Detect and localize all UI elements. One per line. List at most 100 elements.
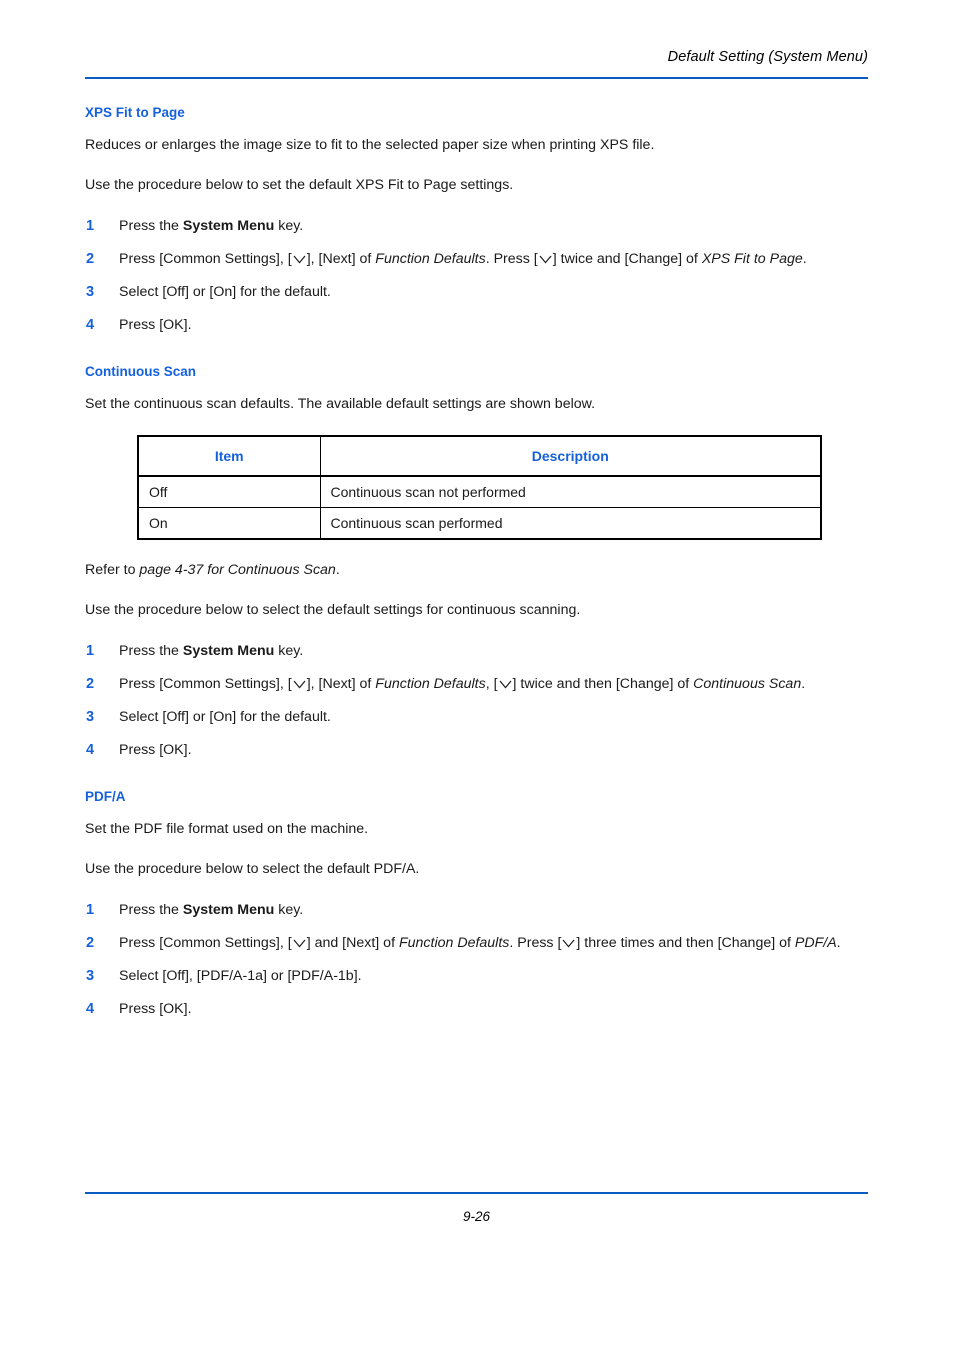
- text-run: , [: [485, 676, 498, 692]
- down-chevron-icon: [499, 680, 512, 689]
- step-text: Press [OK].: [119, 740, 868, 760]
- text-run: Select [Off] or [On] for the default.: [119, 284, 331, 300]
- step-text: Select [Off] or [On] for the default.: [119, 282, 868, 302]
- emphasis-italic: page 4-37 for Continuous Scan: [139, 562, 336, 578]
- text-run: key.: [274, 902, 304, 918]
- step-number: 2: [86, 935, 95, 951]
- procedure-step: 1 Press the System Menu key.: [85, 900, 868, 920]
- step-number: 4: [86, 1001, 95, 1017]
- emphasis-bold: System Menu: [182, 902, 275, 918]
- down-chevron-icon: [293, 255, 306, 264]
- footer-rule: [85, 1192, 868, 1194]
- text-run: .: [801, 676, 806, 692]
- section-heading: PDF/A: [85, 789, 126, 804]
- step-text: Press the System Menu key.: [119, 641, 868, 661]
- table-header-row: Item Description: [138, 436, 821, 477]
- procedure-step: 1 Press the System Menu key.: [85, 216, 868, 236]
- section-heading: XPS Fit to Page: [85, 105, 185, 120]
- emphasis-italic: Continuous Scan: [693, 676, 802, 692]
- text-run: Press the: [119, 643, 183, 659]
- procedure-step: 2 Press [Common Settings], [], [Next] of …: [85, 249, 868, 269]
- step-number: 3: [86, 284, 95, 300]
- settings-table-wrapper: Item Description Off Continuous scan not pe…: [137, 435, 822, 540]
- header-title: Default Setting (System Menu): [667, 49, 868, 65]
- text-run: Press [Common Settings], [: [119, 676, 292, 692]
- step-text: Press [OK].: [119, 999, 868, 1019]
- table-column-header: Item: [138, 436, 321, 477]
- text-run: . Press [: [485, 251, 538, 267]
- procedure-step: 4 Press [OK].: [85, 740, 868, 760]
- procedure-step-list: 1 Press the System Menu key. 2 Press [Commo…: [85, 900, 868, 1019]
- step-number: 4: [86, 317, 95, 333]
- step-text: Press the System Menu key.: [119, 216, 868, 236]
- step-text: Press [Common Settings], [] and [Next] o…: [119, 933, 868, 953]
- procedure-step: 4 Press [OK].: [85, 999, 868, 1019]
- procedure-intro-paragraph: Use the procedure below to select the de…: [85, 861, 420, 877]
- step-number: 2: [86, 251, 95, 267]
- step-number: 1: [86, 902, 95, 918]
- step-text: Select [Off] or [On] for the default.: [119, 707, 868, 727]
- step-text: Press [Common Settings], [], [Next] of F…: [119, 249, 868, 269]
- text-run: Press [OK].: [119, 1001, 192, 1017]
- procedure-intro-paragraph: Use the procedure below to select the de…: [85, 602, 581, 618]
- text-run: Select [Off] or [On] for the default.: [119, 709, 331, 725]
- step-number: 3: [86, 709, 95, 725]
- page-header: Default Setting (System Menu): [85, 48, 868, 66]
- cross-reference-note: Refer to page 4-37 for Continuous Scan.: [85, 561, 868, 580]
- text-run: ], [Next] of: [306, 676, 376, 692]
- table-cell-description: Continuous scan not performed: [330, 484, 526, 500]
- step-text: Press [Common Settings], [ ], [Next] of F…: [119, 674, 868, 694]
- header-rule: [85, 77, 868, 79]
- procedure-intro-paragraph: Use the procedure below to set the defau…: [85, 177, 514, 193]
- procedure-step-list: 1 Press the System Menu key. 2 Press [Commo…: [85, 641, 868, 760]
- text-run: ] twice and [Change] of: [552, 251, 702, 267]
- section-intro-paragraph: Set the PDF file format used on the mach…: [85, 821, 369, 837]
- emphasis-bold: System Menu: [182, 218, 275, 234]
- text-run: Press [Common Settings], [: [119, 935, 292, 951]
- step-text: Press the System Menu key.: [119, 900, 868, 920]
- down-chevron-icon: [562, 939, 575, 948]
- emphasis-italic: Function Defaults: [375, 676, 486, 692]
- procedure-step: 3 Select [Off] or [On] for the default.: [85, 282, 868, 302]
- text-run: Press [Common Settings], [: [119, 251, 292, 267]
- table-row: On Continuous scan performed: [138, 507, 821, 539]
- text-run: key.: [274, 643, 304, 659]
- step-number: 1: [86, 643, 95, 659]
- step-number: 1: [86, 218, 95, 234]
- procedure-step: 1 Press the System Menu key.: [85, 641, 868, 661]
- emphasis-italic: Function Defaults: [398, 935, 510, 951]
- procedure-step-list: 1 Press the System Menu key. 2 Press [Commo…: [85, 216, 868, 335]
- text-run: key.: [274, 218, 304, 234]
- procedure-step: 4 Press [OK].: [85, 315, 868, 335]
- section-heading: Continuous Scan: [85, 364, 196, 379]
- step-text: Select [Off], [PDF/A-1a] or [PDF/A-1b].: [119, 966, 868, 986]
- procedure-step: 3 Select [Off] or [On] for the default.: [85, 707, 868, 727]
- procedure-step: 3 Select [Off], [PDF/A-1a] or [PDF/A-1b].: [85, 966, 868, 986]
- text-run: ], [Next] of: [306, 251, 376, 267]
- text-run: .: [335, 562, 340, 578]
- document-page: Default Setting (System Menu) XPS Fit to…: [0, 0, 954, 1350]
- step-number: 2: [86, 676, 95, 692]
- emphasis-italic: XPS Fit to Page: [701, 251, 803, 267]
- text-run: Press [OK].: [119, 742, 192, 758]
- procedure-step: 2 Press [Common Settings], [ ], [Next] of …: [85, 674, 868, 694]
- table-row: Off Continuous scan not performed: [138, 476, 821, 508]
- section-intro-paragraph: Set the continuous scan defaults. The av…: [85, 396, 596, 412]
- down-chevron-icon: [539, 255, 552, 264]
- settings-table: Item Description Off Continuous scan not pe…: [137, 435, 822, 540]
- text-run: Select [Off], [PDF/A-1a] or [PDF/A-1b].: [119, 968, 362, 984]
- text-run: Press [OK].: [119, 317, 192, 333]
- step-number: 4: [86, 742, 95, 758]
- emphasis-italic: PDF/A: [794, 935, 837, 951]
- table-cell-item: Off: [138, 476, 321, 508]
- step-number: 3: [86, 968, 95, 984]
